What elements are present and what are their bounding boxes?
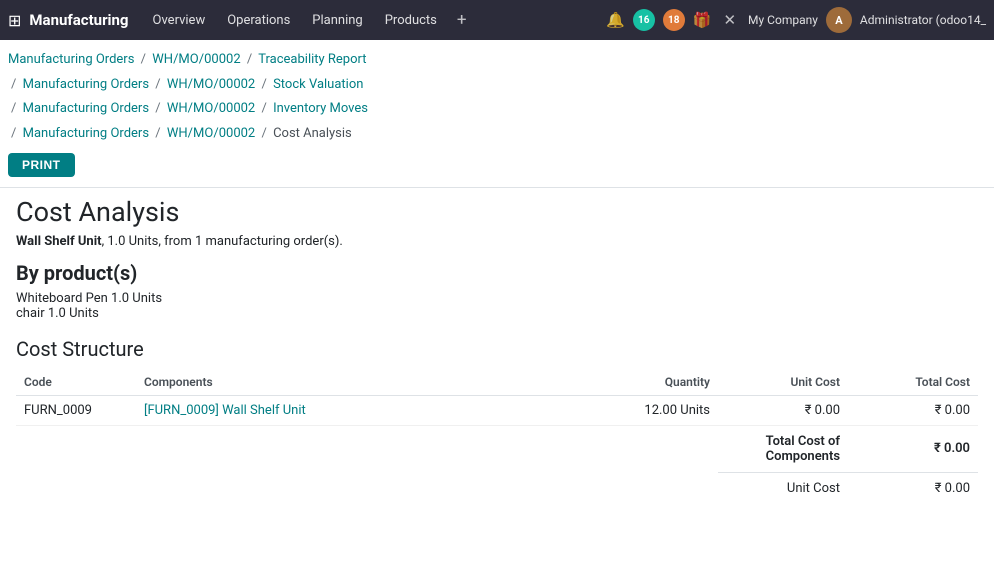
subtitle: Wall Shelf Unit, 1.0 Units, from 1 manuf…: [16, 234, 978, 249]
col-unit-cost: Unit Cost: [718, 369, 848, 396]
activity-icon[interactable]: 16: [633, 9, 655, 31]
bc-sep: /: [11, 77, 16, 92]
cell-component: [FURN_0009] Wall Shelf Unit: [136, 395, 578, 425]
brand-name: Manufacturing: [29, 11, 128, 29]
nav-overview[interactable]: Overview: [143, 8, 216, 33]
bc-sep: /: [155, 126, 160, 141]
bc-sep: /: [247, 52, 252, 67]
table-row: FURN_0009 [FURN_0009] Wall Shelf Unit 12…: [16, 395, 978, 425]
bc-sep: /: [11, 101, 16, 116]
cost-table: Code Components Quantity Unit Cost Total…: [16, 369, 978, 504]
cell-unit-cost: ₹ 0.00: [718, 395, 848, 425]
bc-inventory-moves[interactable]: Inventory Moves: [273, 101, 368, 116]
bc-traceability[interactable]: Traceability Report: [258, 52, 366, 67]
unit-cost-row: Unit Cost ₹ 0.00: [16, 473, 978, 504]
col-quantity: Quantity: [578, 369, 718, 396]
bc-manufacturing-orders-1[interactable]: Manufacturing Orders: [8, 52, 134, 67]
nav-planning[interactable]: Planning: [302, 8, 372, 33]
avatar[interactable]: A: [826, 7, 852, 33]
nav-products[interactable]: Products: [375, 8, 447, 33]
close-icon[interactable]: ✕: [723, 11, 736, 29]
bc-sep: /: [141, 52, 146, 67]
page-title: Cost Analysis: [16, 196, 978, 228]
table-header: Code Components Quantity Unit Cost Total…: [16, 369, 978, 396]
bc-cost-analysis-current: Cost Analysis: [273, 126, 352, 141]
total-components-label: Total Cost of Components: [718, 425, 848, 472]
bc-mo-00002-3[interactable]: WH/MO/00002: [167, 101, 255, 116]
nav-menu: Overview Operations Planning Products +: [143, 6, 603, 34]
message-icon[interactable]: 18: [663, 9, 685, 31]
bc-sep: /: [11, 126, 16, 141]
unit-cost-value: ₹ 0.00: [848, 473, 978, 504]
col-total-cost: Total Cost: [848, 369, 978, 396]
bc-mo-00002-1[interactable]: WH/MO/00002: [152, 52, 240, 67]
message-badge: 18: [668, 15, 679, 26]
gift-icon[interactable]: 🎁: [693, 11, 712, 29]
cost-structure-title: Cost Structure: [16, 337, 978, 361]
bc-sep: /: [261, 126, 266, 141]
main-content: Cost Analysis Wall Shelf Unit, 1.0 Units…: [0, 188, 994, 512]
by-product-item-1: chair 1.0 Units: [16, 306, 978, 321]
app-grid-icon[interactable]: ⊞: [8, 11, 21, 30]
user-label: Administrator (odoo14_: [860, 13, 986, 27]
breadcrumb-line-3: / Manufacturing Orders / WH/MO/00002 / I…: [8, 101, 368, 116]
bc-sep: /: [261, 77, 266, 92]
bc-sep: /: [155, 101, 160, 116]
avatar-initials: A: [835, 14, 842, 27]
by-products-list: Whiteboard Pen 1.0 Units chair 1.0 Units: [16, 291, 978, 321]
cell-quantity: 12.00 Units: [578, 395, 718, 425]
nav-add-button[interactable]: +: [449, 6, 475, 34]
print-button[interactable]: PRINT: [8, 153, 75, 177]
component-link[interactable]: [FURN_0009] Wall Shelf Unit: [144, 403, 306, 418]
bell-icon[interactable]: 🔔: [606, 11, 625, 29]
by-product-item-0: Whiteboard Pen 1.0 Units: [16, 291, 978, 306]
bc-sep: /: [261, 101, 266, 116]
table-body: FURN_0009 [FURN_0009] Wall Shelf Unit 12…: [16, 395, 978, 504]
activity-badge: 16: [638, 15, 649, 26]
by-products-title: By product(s): [16, 261, 978, 285]
breadcrumb-line-4: / Manufacturing Orders / WH/MO/00002 / C…: [8, 126, 352, 141]
bc-stock-valuation[interactable]: Stock Valuation: [273, 77, 363, 92]
nav-operations[interactable]: Operations: [217, 8, 300, 33]
total-components-row: Total Cost of Components ₹ 0.00: [16, 425, 978, 472]
top-navigation: ⊞ Manufacturing Overview Operations Plan…: [0, 0, 994, 40]
unit-cost-label: Unit Cost: [718, 473, 848, 504]
subtitle-rest: , 1.0 Units, from 1 manufacturing order(…: [102, 234, 343, 249]
breadcrumb-area: Manufacturing Orders / WH/MO/00002 / Tra…: [0, 40, 994, 149]
cell-total-cost: ₹ 0.00: [848, 395, 978, 425]
subtitle-product: Wall Shelf Unit: [16, 234, 102, 249]
bc-manufacturing-orders-3[interactable]: Manufacturing Orders: [23, 101, 149, 116]
nav-right-icons: 🔔 16 18 🎁 ✕ My Company A Administrator (…: [606, 7, 986, 33]
bc-sep: /: [155, 77, 160, 92]
col-components: Components: [136, 369, 578, 396]
bc-mo-00002-2[interactable]: WH/MO/00002: [167, 77, 255, 92]
bc-mo-00002-4[interactable]: WH/MO/00002: [167, 126, 255, 141]
company-name: My Company: [748, 13, 818, 27]
total-components-value: ₹ 0.00: [848, 425, 978, 472]
bc-manufacturing-orders-2[interactable]: Manufacturing Orders: [23, 77, 149, 92]
col-code: Code: [16, 369, 136, 396]
breadcrumb-line-1: Manufacturing Orders / WH/MO/00002 / Tra…: [8, 52, 367, 67]
cell-code: FURN_0009: [16, 395, 136, 425]
breadcrumb-line-2: / Manufacturing Orders / WH/MO/00002 / S…: [8, 77, 363, 92]
bc-manufacturing-orders-4[interactable]: Manufacturing Orders: [23, 126, 149, 141]
